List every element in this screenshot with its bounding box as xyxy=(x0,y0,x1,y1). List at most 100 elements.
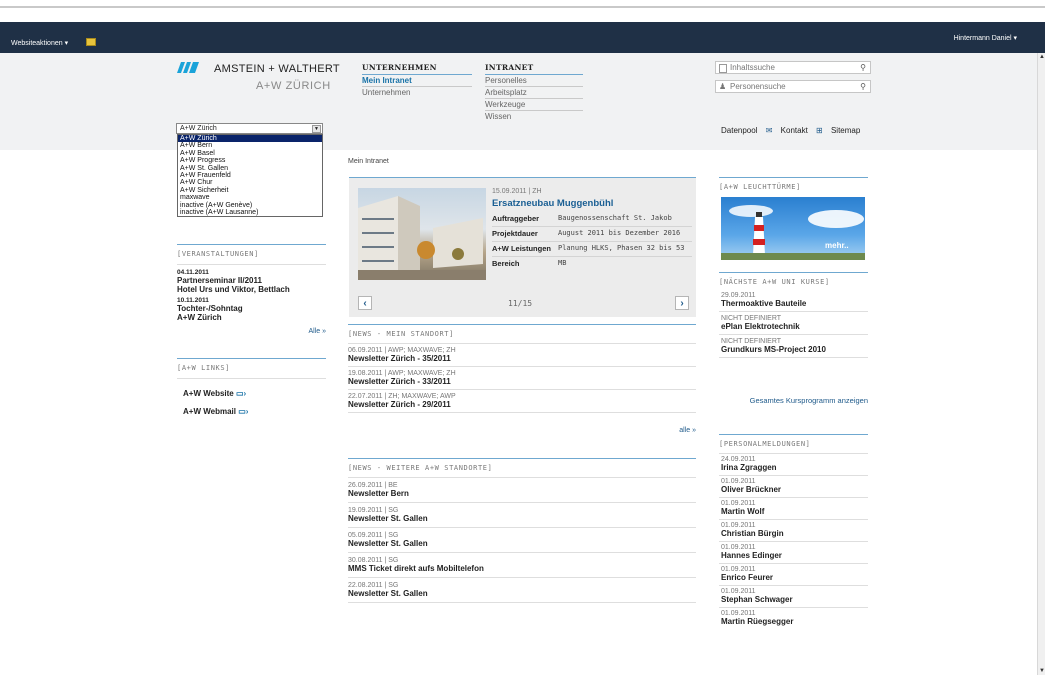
event-title[interactable]: Tochter-/Sohntag xyxy=(177,304,326,313)
logo-name[interactable]: AMSTEIN + WALTHERT xyxy=(214,63,340,75)
datenpool-link[interactable]: Datenpool xyxy=(721,126,757,135)
news-title[interactable]: Newsletter St. Gallen xyxy=(348,514,696,523)
personnel-name[interactable]: Martin Rüegsegger xyxy=(721,617,868,626)
search-icon[interactable]: ⚲ xyxy=(860,82,866,91)
aw-website-link[interactable]: A+W Website xyxy=(183,389,234,398)
news-item[interactable]: 06.09.2011 | AWP; MAXWAVE; ZH Newsletter… xyxy=(348,344,696,367)
personnel-name[interactable]: Christian Bürgin xyxy=(721,529,868,538)
personnel-item[interactable]: 01.09.2011 Martin Wolf xyxy=(719,498,868,520)
news-title[interactable]: Newsletter St. Gallen xyxy=(348,589,696,598)
aw-webmail-link[interactable]: A+W Webmail xyxy=(183,407,236,416)
detail-value: MB xyxy=(558,259,567,267)
location-option[interactable]: A+W Zürich xyxy=(178,135,322,143)
chevron-down-icon[interactable]: ▼ xyxy=(312,125,321,133)
course-title[interactable]: Thermoaktive Bauteile xyxy=(721,299,868,308)
location-option[interactable]: A+W Progress xyxy=(178,157,322,164)
personnel-name[interactable]: Oliver Brückner xyxy=(721,485,868,494)
location-option[interactable]: maxwave xyxy=(178,194,322,201)
nav-item-werkzeuge[interactable]: Werkzeuge xyxy=(485,99,583,111)
event-title[interactable]: Partnerseminar II/2011 xyxy=(177,276,326,285)
kontakt-link[interactable]: Kontakt xyxy=(781,126,808,135)
project-photo[interactable] xyxy=(358,188,486,280)
carousel-prev-button[interactable]: ‹ xyxy=(358,296,372,310)
personnel-item[interactable]: 01.09.2011 Oliver Brückner xyxy=(719,476,868,498)
location-options-list[interactable]: A+W Zürich A+W Bern A+W Basel A+W Progre… xyxy=(177,134,323,218)
course-item[interactable]: NICHT DEFINIERT Grundkurs MS-Project 201… xyxy=(719,335,868,358)
scroll-up-icon[interactable]: ▲ xyxy=(1039,53,1045,61)
news-other-heading: [NEWS - WEITERE A+W STANDORTE] xyxy=(348,458,696,478)
nav-item-wissen[interactable]: Wissen xyxy=(485,111,583,123)
browser-top-border xyxy=(0,0,1045,8)
ribbon-bar: Websiteaktionen ▾ Hintermann Daniel ▾ xyxy=(0,22,1045,53)
news-item[interactable]: 22.08.2011 | SG Newsletter St. Gallen xyxy=(348,578,696,603)
courses-all-link[interactable]: Gesamtes Kursprogramm anzeigen xyxy=(719,396,868,405)
news-all-link[interactable]: alle » xyxy=(348,427,696,434)
link-item: A+W Webmail ▭› xyxy=(177,398,326,416)
nav-item-unternehmen[interactable]: Unternehmen xyxy=(362,87,472,99)
news-item[interactable]: 19.09.2011 | SG Newsletter St. Gallen xyxy=(348,503,696,528)
personnel-item[interactable]: 01.09.2011 Hannes Edinger xyxy=(719,542,868,564)
folder-icon[interactable] xyxy=(86,38,96,46)
news-title[interactable]: Newsletter St. Gallen xyxy=(348,539,696,548)
course-title[interactable]: Grundkurs MS-Project 2010 xyxy=(721,345,868,354)
course-title[interactable]: ePlan Elektrotechnik xyxy=(721,322,868,331)
personnel-item[interactable]: 01.09.2011 Enrico Feurer xyxy=(719,564,868,586)
events-all-link[interactable]: Alle » xyxy=(177,328,326,335)
event-item[interactable]: 04.11.2011 Partnerseminar II/2011 Hotel … xyxy=(177,265,326,294)
lighthouse-banner[interactable]: mehr.. xyxy=(721,197,865,260)
news-title[interactable]: Newsletter Zürich - 35/2011 xyxy=(348,354,696,363)
news-item[interactable]: 30.08.2011 | SG MMS Ticket direkt aufs M… xyxy=(348,553,696,578)
personnel-name[interactable]: Enrico Feurer xyxy=(721,573,868,582)
carousel-next-button[interactable]: › xyxy=(675,296,689,310)
personnel-item[interactable]: 01.09.2011 Stephan Schwager xyxy=(719,586,868,608)
news-title[interactable]: Newsletter Bern xyxy=(348,489,696,498)
site-actions-menu[interactable]: Websiteaktionen ▾ xyxy=(11,39,68,47)
news-item[interactable]: 05.09.2011 | SG Newsletter St. Gallen xyxy=(348,528,696,553)
location-select-value: A+W Zürich xyxy=(180,125,217,132)
user-menu[interactable]: Hintermann Daniel ▾ xyxy=(954,34,1017,42)
location-option[interactable]: A+W Chur xyxy=(178,179,322,186)
scrollbar[interactable]: ▲ ▼ xyxy=(1037,53,1045,675)
event-item[interactable]: 10.11.2011 Tochter-/Sohntag A+W Zürich xyxy=(177,294,326,322)
location-option[interactable]: A+W Bern xyxy=(178,142,322,149)
nav-item-arbeitsplatz[interactable]: Arbeitsplatz xyxy=(485,87,583,99)
lighthouse-more-link[interactable]: mehr.. xyxy=(825,241,849,250)
location-option[interactable]: inactive (A+W Genève) xyxy=(178,202,322,209)
personnel-name[interactable]: Hannes Edinger xyxy=(721,551,868,560)
news-item[interactable]: 22.07.2011 | ZH; MAXWAVE; AWP Newsletter… xyxy=(348,390,696,413)
project-title[interactable]: Ersatzneubau Muggenbühl xyxy=(492,198,613,209)
search-icon[interactable]: ⚲ xyxy=(860,63,866,72)
nav-item-personelles[interactable]: Personelles xyxy=(485,75,583,87)
course-item[interactable]: NICHT DEFINIERT ePlan Elektrotechnik xyxy=(719,312,868,335)
events-heading: [VERANSTALTUNGEN] xyxy=(177,244,326,265)
nav-item-mein-intranet[interactable]: Mein Intranet xyxy=(362,75,472,87)
news-title[interactable]: Newsletter Zürich - 29/2011 xyxy=(348,400,696,409)
personnel-name[interactable]: Stephan Schwager xyxy=(721,595,868,604)
location-option[interactable]: A+W Sicherheit xyxy=(178,187,322,194)
external-link-icon: ▭› xyxy=(235,389,247,398)
scroll-down-icon[interactable]: ▼ xyxy=(1039,667,1045,675)
location-option[interactable]: inactive (A+W Lausanne) xyxy=(178,209,322,216)
sitemap-link[interactable]: Sitemap xyxy=(831,126,860,135)
personnel-item[interactable]: 01.09.2011 Martin Rüegsegger xyxy=(719,608,868,628)
location-select[interactable]: A+W Zürich ▼ xyxy=(176,123,323,134)
personnel-item[interactable]: 01.09.2011 Christian Bürgin xyxy=(719,520,868,542)
news-title[interactable]: Newsletter Zürich - 33/2011 xyxy=(348,377,696,386)
people-search-input[interactable]: ♟ Personensuche ⚲ xyxy=(715,80,871,93)
content-search-input[interactable]: Inhaltssuche ⚲ xyxy=(715,61,871,74)
event-sub: Hotel Urs und Viktor, Bettlach xyxy=(177,285,290,294)
course-item[interactable]: 29.09.2011 Thermoaktive Bauteile xyxy=(719,290,868,312)
personnel-name[interactable]: Martin Wolf xyxy=(721,507,868,516)
mail-icon: ✉ xyxy=(765,126,773,135)
personnel-name[interactable]: Irina Zgraggen xyxy=(721,463,868,472)
news-item[interactable]: 26.09.2011 | BE Newsletter Bern xyxy=(348,478,696,503)
course-date: NICHT DEFINIERT xyxy=(721,338,782,345)
personnel-item[interactable]: 24.09.2011 Irina Zgraggen xyxy=(719,454,868,476)
news-title[interactable]: MMS Ticket direkt aufs Mobiltelefon xyxy=(348,564,696,573)
lighthouse-heading: [A+W LEUCHTTÜRME] xyxy=(719,177,868,191)
news-item[interactable]: 19.08.2011 | AWP; MAXWAVE; ZH Newsletter… xyxy=(348,367,696,390)
location-option[interactable]: A+W St. Gallen xyxy=(178,165,322,172)
location-option[interactable]: A+W Basel xyxy=(178,150,322,157)
event-date: 04.11.2011 xyxy=(177,269,209,276)
location-option[interactable]: A+W Frauenfeld xyxy=(178,172,322,179)
